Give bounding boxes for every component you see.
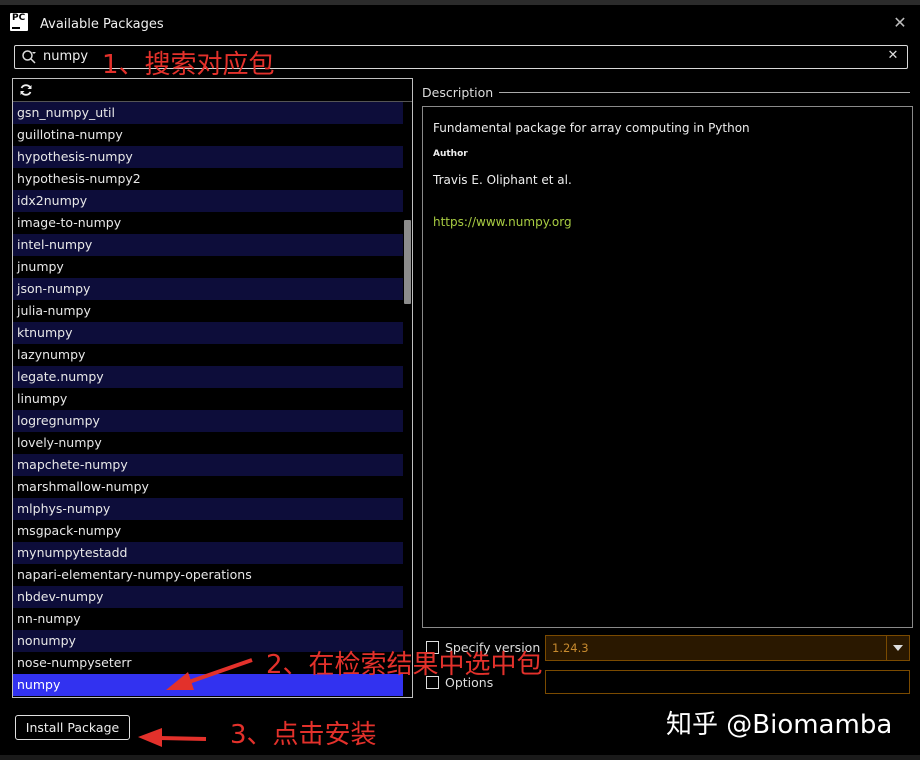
package-item[interactable]: linumpy: [13, 388, 403, 410]
package-summary: Fundamental package for array computing …: [433, 121, 750, 135]
window-title: Available Packages: [40, 17, 164, 32]
package-list-panel: gsn_numpy_util guillotina-numpy hypothesis…: [12, 78, 413, 698]
author-value: Travis E. Oliphant et al.: [433, 173, 572, 187]
chevron-down-icon[interactable]: [886, 636, 909, 660]
package-item[interactable]: nn-numpy: [13, 608, 403, 630]
package-item[interactable]: guillotina-numpy: [13, 124, 403, 146]
pycharm-icon: PC: [10, 13, 28, 31]
scrollbar-thumb[interactable]: [404, 220, 411, 304]
refresh-icon[interactable]: [19, 83, 33, 97]
package-item[interactable]: mlphys-numpy: [13, 498, 403, 520]
list-toolbar: [13, 79, 412, 102]
package-item[interactable]: julia-numpy: [13, 300, 403, 322]
package-item[interactable]: msgpack-numpy: [13, 520, 403, 542]
close-icon[interactable]: ✕: [892, 15, 908, 31]
scrollbar-track[interactable]: [403, 102, 412, 697]
package-item[interactable]: ktnumpy: [13, 322, 403, 344]
annotation-step-3: 3、点击安装: [230, 720, 377, 750]
options-input[interactable]: [545, 670, 910, 694]
package-item[interactable]: idx2numpy: [13, 190, 403, 212]
package-item[interactable]: marshmallow-numpy: [13, 476, 403, 498]
package-item[interactable]: gsn_numpy_util: [13, 102, 403, 124]
annotation-step-1: 1、搜索对应包: [102, 50, 275, 80]
package-item[interactable]: intel-numpy: [13, 234, 403, 256]
bottom-strip: [0, 755, 920, 760]
package-item[interactable]: mapchete-numpy: [13, 454, 403, 476]
package-item[interactable]: hypothesis-numpy: [13, 146, 403, 168]
package-item[interactable]: nbdev-numpy: [13, 586, 403, 608]
package-item[interactable]: mynumpytestadd: [13, 542, 403, 564]
title-bar: PC Available Packages ✕: [0, 5, 920, 35]
homepage-link[interactable]: https://www.numpy.org: [433, 215, 572, 229]
package-item[interactable]: lovely-numpy: [13, 432, 403, 454]
package-list: gsn_numpy_util guillotina-numpy hypothesis…: [13, 102, 403, 696]
package-item[interactable]: json-numpy: [13, 278, 403, 300]
package-item[interactable]: napari-elementary-numpy-operations: [13, 564, 403, 586]
author-label: Author: [433, 149, 468, 159]
package-item[interactable]: logregnumpy: [13, 410, 403, 432]
install-package-button[interactable]: Install Package: [15, 715, 130, 740]
annotation-step-2: 2、在检索结果中选中包: [266, 650, 543, 680]
app-icon-text: PC: [12, 13, 26, 23]
description-header: Description: [422, 85, 500, 100]
version-dropdown[interactable]: 1.24.3: [545, 635, 910, 661]
clear-search-icon[interactable]: ✕: [885, 48, 901, 64]
package-item[interactable]: legate.numpy: [13, 366, 403, 388]
watermark: 知乎 @Biomamba: [666, 710, 893, 740]
version-value: 1.24.3: [552, 641, 589, 655]
search-icon: [22, 50, 36, 64]
description-separator: [496, 92, 910, 93]
package-item[interactable]: jnumpy: [13, 256, 403, 278]
package-item[interactable]: hypothesis-numpy2: [13, 168, 403, 190]
description-panel: Fundamental package for array computing …: [422, 106, 913, 628]
package-item[interactable]: lazynumpy: [13, 344, 403, 366]
package-item[interactable]: image-to-numpy: [13, 212, 403, 234]
arrow-to-install-button: [138, 728, 207, 747]
